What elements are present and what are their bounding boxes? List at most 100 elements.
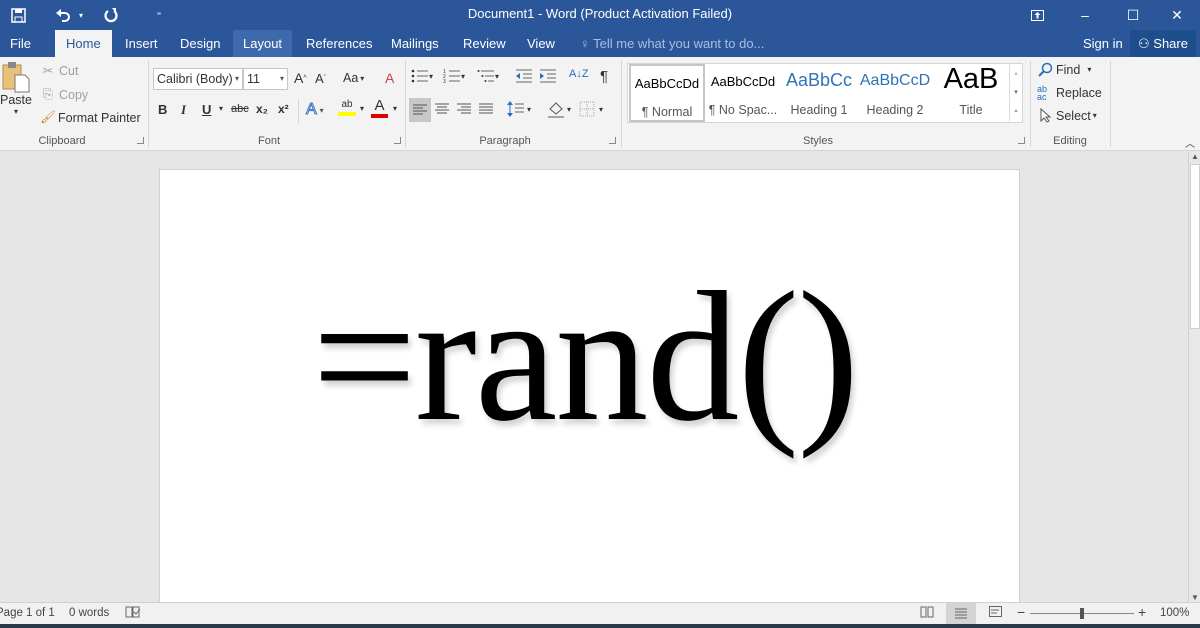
underline-button[interactable]: U (202, 102, 211, 117)
read-mode-icon[interactable] (920, 606, 934, 621)
font-name-combo[interactable]: Calibri (Body) ▾ (153, 68, 243, 90)
ribbon-tabs: File Home Insert Design Layout Reference… (0, 30, 1200, 57)
font-color-dropdown-icon[interactable]: ▾ (393, 104, 397, 113)
zoom-out-button[interactable]: − (1017, 604, 1025, 620)
copy-button[interactable]: ⎘ Copy (40, 87, 88, 102)
close-button[interactable]: ✕ (1154, 0, 1200, 30)
collapse-ribbon-icon[interactable]: ︿ (1185, 135, 1195, 150)
select-button[interactable]: Select ▾ (1040, 108, 1097, 123)
line-spacing-icon (507, 101, 524, 117)
minimize-button[interactable]: – (1062, 0, 1108, 30)
highlight-button[interactable]: ab (338, 100, 356, 116)
style-no-spacing[interactable]: AaBbCcDd ¶ No Spac... (705, 64, 781, 122)
underline-dropdown-icon[interactable]: ▾ (219, 104, 223, 113)
zoom-in-button[interactable]: + (1138, 604, 1146, 620)
scroll-up-icon[interactable]: ▲ (1191, 152, 1199, 161)
web-layout-icon[interactable] (989, 606, 1003, 621)
paste-button[interactable]: Paste ▾ (0, 61, 32, 131)
zoom-slider-thumb[interactable] (1080, 608, 1084, 619)
sign-in-link[interactable]: Sign in (1073, 30, 1133, 57)
increase-indent-button[interactable] (539, 69, 557, 83)
font-group-label: Font (257, 135, 280, 147)
bullets-button[interactable]: ▾ (411, 69, 433, 83)
styles-gallery-scroll: ▴ ▾ ⩡ (1009, 64, 1022, 122)
shrink-font-button[interactable]: Aˇ (315, 71, 326, 86)
change-case-button[interactable]: Aa ▾ (343, 71, 364, 85)
zoom-level[interactable]: 100% (1160, 607, 1189, 619)
clipboard-launcher-icon[interactable] (137, 137, 144, 144)
scroll-down-icon[interactable]: ▼ (1191, 593, 1199, 602)
tab-mailings[interactable]: Mailings (381, 30, 449, 57)
tab-file[interactable]: File (0, 30, 41, 57)
multilevel-list-button[interactable]: ▾ (477, 69, 499, 83)
decrease-indent-button[interactable] (515, 69, 533, 83)
print-layout-icon[interactable] (946, 603, 976, 624)
scissors-icon: ✂ (42, 64, 54, 78)
align-right-icon (457, 103, 471, 114)
styles-group-label: Styles (803, 135, 833, 147)
line-spacing-button[interactable]: ▾ (507, 101, 531, 117)
grow-font-button[interactable]: A ^ (294, 70, 307, 86)
document-text[interactable]: =rand() (312, 264, 859, 450)
maximize-button[interactable]: ☐ (1110, 0, 1156, 30)
cut-button[interactable]: ✂ Cut (40, 63, 79, 79)
tell-me-box[interactable]: ♀ Tell me what you want to do... (570, 30, 774, 57)
tab-home[interactable]: Home (55, 30, 112, 57)
paintbrush-icon: 🖌 (40, 110, 56, 124)
tab-view[interactable]: View (517, 30, 565, 57)
tab-layout[interactable]: Layout (233, 30, 293, 57)
document-page[interactable]: =rand() (159, 169, 1020, 619)
scrollbar-thumb[interactable] (1190, 164, 1200, 329)
tab-insert[interactable]: Insert (115, 30, 168, 57)
numbering-button[interactable]: 1 2 3 ▾ (443, 69, 465, 83)
justify-button[interactable] (479, 103, 493, 115)
gallery-down-icon[interactable]: ▾ (1010, 83, 1022, 102)
highlight-dropdown-icon[interactable]: ▾ (360, 104, 364, 113)
align-right-button[interactable] (457, 103, 471, 115)
word-count[interactable]: 0 words (69, 607, 109, 619)
tab-design[interactable]: Design (170, 30, 230, 57)
borders-icon (579, 101, 595, 117)
title-bar: ▾ ⁼ Document1 - Word (Product Activation… (0, 0, 1200, 30)
subscript-button[interactable]: x₂ (256, 102, 268, 116)
person-add-icon: ⚇ (1138, 36, 1150, 51)
gallery-more-icon[interactable]: ⩡ (1010, 102, 1022, 121)
bold-button[interactable]: B (158, 102, 167, 117)
tell-me-placeholder: Tell me what you want to do... (593, 36, 765, 51)
align-center-button[interactable] (435, 103, 449, 115)
style-heading-2[interactable]: AaBbCcD Heading 2 (857, 64, 933, 122)
ribbon-display-icon[interactable] (1014, 0, 1060, 30)
text-effects-button[interactable]: A ▾ (306, 101, 324, 119)
find-button[interactable]: Find ▾ (1038, 62, 1091, 77)
svg-text:3: 3 (443, 79, 446, 83)
show-formatting-button[interactable]: ¶ (600, 68, 608, 85)
style-normal[interactable]: AaBbCcDd ¶ Normal (629, 64, 705, 122)
sort-button[interactable]: A↓Z (569, 68, 589, 80)
replace-button[interactable]: ab ac Replace (1037, 85, 1102, 102)
style-title[interactable]: AaB Title (933, 63, 1009, 122)
strikethrough-button[interactable]: abc (231, 103, 249, 115)
format-painter-button[interactable]: 🖌 Format Painter (40, 110, 141, 125)
clear-formatting-button[interactable]: A (385, 70, 394, 86)
shading-button[interactable]: ▾ (547, 101, 571, 118)
italic-button[interactable]: I (181, 102, 186, 118)
align-left-button[interactable] (409, 98, 431, 122)
gallery-up-icon[interactable]: ▴ (1010, 64, 1022, 83)
styles-gallery: AaBbCcDd ¶ Normal AaBbCcDd ¶ No Spac... … (627, 63, 1023, 123)
borders-button[interactable]: ▾ (579, 101, 603, 117)
vertical-scrollbar[interactable]: ▲ ▼ (1188, 152, 1200, 602)
proofing-icon[interactable] (125, 605, 141, 622)
font-color-button[interactable]: A (371, 98, 388, 118)
page-count[interactable]: Page 1 of 1 (0, 607, 55, 619)
font-launcher-icon[interactable] (394, 137, 401, 144)
tab-references[interactable]: References (296, 30, 382, 57)
paragraph-launcher-icon[interactable] (609, 137, 616, 144)
tab-review[interactable]: Review (453, 30, 516, 57)
styles-launcher-icon[interactable] (1018, 137, 1025, 144)
style-heading-1[interactable]: AaBbCc Heading 1 (781, 64, 857, 122)
sort-icon: A↓Z (569, 68, 589, 80)
numbering-icon: 123 (443, 69, 460, 83)
share-button[interactable]: ⚇ Share (1130, 30, 1196, 57)
font-size-combo[interactable]: 11 ▾ (243, 68, 288, 90)
superscript-button[interactable]: x² (278, 102, 289, 116)
